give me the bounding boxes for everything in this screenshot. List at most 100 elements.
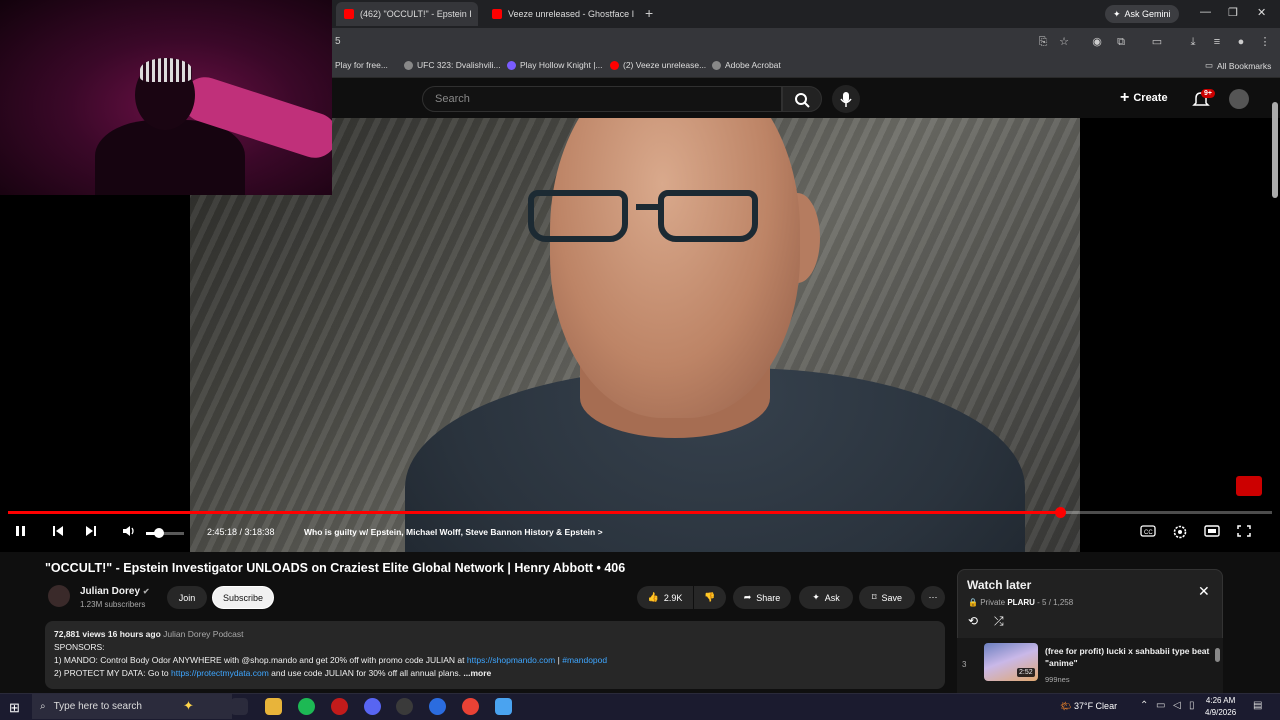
create-button[interactable]: + Create [1120, 89, 1168, 107]
account-avatar[interactable] [1229, 89, 1249, 109]
channel-avatar[interactable] [48, 585, 70, 607]
spotify-icon[interactable] [298, 698, 315, 715]
speaker-icon[interactable]: ◁ [1173, 700, 1181, 711]
playlist-title[interactable]: Watch later [967, 578, 1031, 592]
pause-icon [16, 526, 25, 536]
subscriber-count: 1.23M subscribers [80, 600, 146, 609]
playlist-close-icon[interactable]: ✕ [1198, 583, 1210, 600]
download-icon[interactable]: ⤓ [1186, 35, 1200, 49]
copilot-sparkle-icon[interactable]: ✦ [183, 698, 200, 715]
battery-icon[interactable]: ▯ [1189, 700, 1195, 711]
file-explorer-icon[interactable] [265, 698, 282, 715]
tab-inactive[interactable]: Veeze unreleased - Ghostface I ✕ [484, 2, 636, 26]
playlist-scrollbar[interactable] [1215, 648, 1220, 662]
skip-next-icon [86, 526, 96, 536]
taskbar-search-input[interactable]: ⌕ Type here to search [32, 694, 232, 719]
description-box[interactable]: 72,881 views 16 hours ago Julian Dorey P… [45, 621, 945, 689]
like-button[interactable]: 👍 2.9K [637, 586, 693, 609]
bookmark-item[interactable]: Adobe Acrobat [712, 60, 781, 70]
pause-button[interactable] [14, 524, 28, 541]
subscribe-button[interactable]: Subscribe [212, 586, 274, 609]
save-button[interactable]: ⌑ Save [859, 586, 915, 609]
sponsor-2-link[interactable]: https://protectmydata.com [171, 668, 269, 678]
hashtag-link[interactable]: #mandopod [562, 655, 607, 665]
url-field[interactable]: 5 [335, 36, 341, 47]
tab-label: (462) "OCCULT!" - Epstein I [360, 9, 472, 19]
bookmark-star-icon[interactable]: ☆ [1057, 35, 1071, 49]
search-input[interactable]: Search [422, 86, 782, 112]
all-bookmarks-button[interactable]: ▭ All Bookmarks [1205, 60, 1271, 71]
notification-center-icon[interactable]: ▤ [1253, 700, 1262, 711]
install-icon[interactable]: ⎘ [1036, 35, 1050, 49]
fullscreen-button[interactable] [1236, 524, 1252, 541]
extensions-puzzle-icon[interactable]: ⧉ [1114, 35, 1128, 49]
mute-button[interactable] [122, 524, 138, 541]
more-actions-button[interactable]: ⋯ [921, 586, 945, 609]
bookmark-item[interactable]: Play Hollow Knight |... [507, 60, 603, 70]
settings-button[interactable] [1172, 524, 1188, 543]
sidepanel-icon[interactable]: ▭ [1150, 35, 1164, 49]
dislike-button[interactable]: 👎 [694, 586, 726, 609]
bookmark-item[interactable]: (2) Veeze unrelease... [610, 60, 706, 70]
playlist-item-title[interactable]: (free for profit) lucki x sahbabii type … [1045, 645, 1210, 669]
chevron-up-icon[interactable]: ⌃ [1140, 700, 1148, 711]
search-button[interactable] [782, 86, 822, 112]
weather-widget[interactable]: 🌤 37°F Clear [1060, 701, 1117, 712]
network-icon[interactable]: ▭ [1156, 700, 1165, 711]
task-view-icon[interactable] [231, 698, 248, 715]
youtube-watermark-icon[interactable] [1236, 476, 1262, 496]
shuffle-icon[interactable]: ⤮ [994, 614, 1004, 629]
progress-scrubber[interactable] [1055, 507, 1066, 518]
next-button[interactable] [84, 524, 98, 541]
app-icon[interactable] [331, 698, 348, 715]
taskbar-clock[interactable]: 4:26 AM 4/9/2026 [1205, 695, 1236, 719]
obs-icon[interactable] [396, 698, 413, 715]
profile-icon[interactable]: ● [1234, 35, 1248, 49]
join-button[interactable]: Join [167, 586, 207, 609]
extension-icon[interactable]: ◉ [1090, 35, 1104, 49]
app-icon[interactable] [495, 698, 512, 715]
share-button[interactable]: ➦ Share [733, 586, 791, 609]
new-tab-icon[interactable]: + [645, 5, 653, 21]
sponsors-heading: SPONSORS: [54, 642, 105, 652]
playlist-owner[interactable]: PLARU [1007, 598, 1035, 607]
volume-knob[interactable] [154, 528, 164, 538]
bookmark-item[interactable]: UFC 323: Dvalishvili... [404, 60, 501, 70]
minimize-icon[interactable]: — [1200, 6, 1211, 18]
theater-mode-button[interactable] [1204, 524, 1220, 541]
page-scrollbar[interactable] [1272, 102, 1278, 198]
ask-gemini-button[interactable]: ✦ Ask Gemini [1105, 5, 1179, 23]
chrome-icon[interactable] [462, 698, 479, 715]
channel-name-label: Julian Dorey [80, 586, 141, 597]
window-close-icon[interactable]: ✕ [1257, 6, 1266, 19]
translate-icon[interactable]: ≡ [1210, 35, 1224, 49]
notification-badge: 9+ [1201, 89, 1215, 98]
bookmark-item[interactable]: Play for free... [335, 60, 388, 70]
skip-previous-icon [53, 526, 63, 536]
edge-icon[interactable] [429, 698, 446, 715]
upload-age: 16 hours ago [107, 629, 161, 639]
voice-search-button[interactable] [832, 85, 860, 113]
sponsor-1-link[interactable]: https://shopmando.com [467, 655, 555, 665]
captions-button[interactable]: CC [1140, 524, 1156, 541]
show-more-button[interactable]: ...more [463, 668, 491, 678]
chapter-button[interactable]: Who is guilty w/ Epstein, Michael Wolff,… [304, 527, 603, 537]
person-glasses [528, 190, 788, 244]
thumbs-down-icon: 👎 [704, 592, 716, 602]
gemini-sparkle-icon: ✦ [1113, 8, 1121, 19]
all-bookmarks-label: All Bookmarks [1217, 60, 1272, 71]
menu-kebab-icon[interactable]: ⋮ [1258, 35, 1272, 49]
sponsor-1-text: 1) MANDO: Control Body Odor ANYWHERE wit… [54, 655, 465, 665]
windows-start-icon[interactable]: ⊞ [9, 700, 20, 716]
maximize-icon[interactable]: ❐ [1228, 6, 1238, 19]
channel-name[interactable]: Julian Dorey ✔ [80, 586, 150, 597]
playlist-privacy: Private [980, 598, 1006, 607]
tab-active[interactable]: (462) "OCCULT!" - Epstein I ✕ [336, 2, 478, 26]
ask-button[interactable]: ✦ Ask [799, 586, 853, 609]
loop-icon[interactable]: ⟲ [968, 614, 978, 628]
discord-icon[interactable] [364, 698, 381, 715]
separator: | [557, 655, 560, 665]
previous-button[interactable] [51, 524, 65, 541]
bookmark-favicon-icon [712, 60, 721, 70]
weather-icon: 🌤 [1060, 701, 1072, 711]
